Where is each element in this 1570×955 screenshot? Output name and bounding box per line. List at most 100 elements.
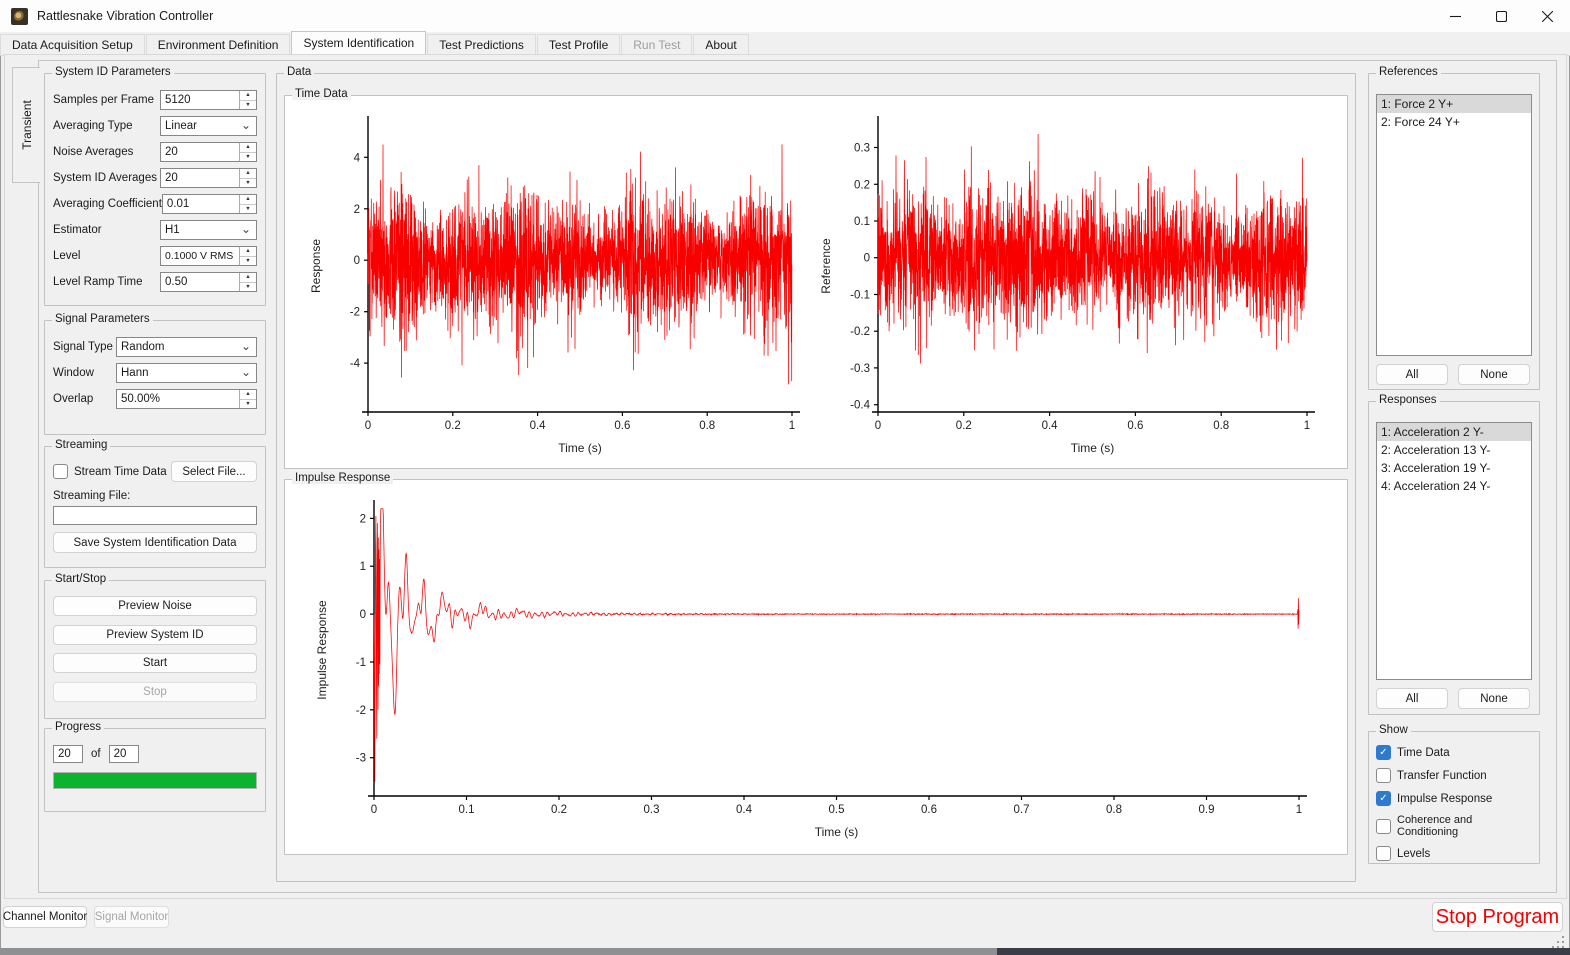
svg-text:4: 4 [354, 152, 361, 164]
streaming-group: Streaming ✓ Stream Time Data Select File… [44, 439, 266, 568]
show-levels-checkbox[interactable]: ✓ Levels [1376, 846, 1532, 861]
stop-button: Stop [53, 681, 257, 702]
svg-text:0.9: 0.9 [1199, 804, 1215, 816]
responses-none-button[interactable]: None [1458, 688, 1530, 709]
spin-down-icon[interactable]: ▼ [240, 257, 256, 266]
spin-up-icon[interactable]: ▲ [240, 91, 256, 101]
svg-text:2: 2 [360, 513, 366, 525]
spin-down-icon[interactable]: ▼ [240, 101, 256, 110]
select-file-button[interactable]: Select File... [171, 461, 257, 482]
spinner-buttons[interactable]: ▲ ▼ [239, 390, 256, 408]
field-label: Signal Type [53, 341, 113, 353]
references-none-button[interactable]: None [1458, 364, 1530, 385]
group-title: Progress [52, 721, 105, 733]
field-label: Estimator [53, 224, 102, 236]
spinner-buttons[interactable]: ▲ ▼ [239, 143, 256, 161]
svg-text:-2: -2 [350, 307, 360, 319]
stream-time-data-checkbox[interactable]: ✓ Stream Time Data [53, 464, 167, 479]
tab-run-test: Run Test [621, 34, 693, 55]
list-item[interactable]: 3: Acceleration 19 Y- [1377, 459, 1531, 477]
spin-down-icon[interactable]: ▼ [240, 153, 256, 162]
list-item[interactable]: 1: Force 2 Y+ [1377, 95, 1531, 113]
spinner-buttons[interactable]: ▲ ▼ [239, 195, 256, 213]
tab-about[interactable]: About [693, 34, 749, 55]
streaming-file-input[interactable] [53, 506, 257, 525]
averaging-type-select[interactable]: Linear ⌄ [160, 116, 257, 136]
tab-system-identification[interactable]: System Identification [291, 31, 427, 56]
show-impulse-response-checkbox[interactable]: ✓ Impulse Response [1376, 791, 1532, 806]
spin-up-icon[interactable]: ▲ [240, 247, 256, 257]
stop-program-button[interactable]: Stop Program [1432, 902, 1563, 932]
responses-list[interactable]: 1: Acceleration 2 Y- 2: Acceleration 13 … [1376, 422, 1532, 680]
channel-monitor-button[interactable]: Channel Monitor [3, 906, 87, 928]
responses-all-button[interactable]: All [1376, 688, 1448, 709]
list-item[interactable]: 1: Acceleration 2 Y- [1377, 423, 1531, 441]
samples-per-frame-spinbox[interactable]: 5120 ▲ ▼ [160, 90, 257, 110]
system-id-parameters-group: System ID Parameters Samples per Frame 5… [44, 66, 266, 306]
svg-text:0.2: 0.2 [854, 179, 870, 191]
close-button[interactable] [1524, 0, 1570, 32]
combo-value: H1 [165, 224, 180, 236]
show-time-data-checkbox[interactable]: ✓ Time Data [1376, 745, 1532, 760]
spinner-buttons[interactable]: ▲ ▼ [239, 169, 256, 187]
spin-up-icon[interactable]: ▲ [240, 390, 256, 400]
spinner-buttons[interactable]: ▲ ▼ [239, 247, 256, 265]
level-spinbox[interactable]: 0.1000 V RMS ▲ ▼ [160, 246, 257, 266]
field-value: 20 [113, 748, 127, 760]
list-item[interactable]: 2: Force 24 Y+ [1377, 113, 1531, 131]
save-system-identification-data-button[interactable]: Save System Identification Data [53, 532, 257, 553]
response-time-chart[interactable]: -4 -2 0 2 4 0 0.2 0.4 0.6 0.8 1 Time (s) Response [290, 106, 814, 462]
preview-system-id-button[interactable]: Preview System ID [53, 624, 257, 645]
tab-test-profile[interactable]: Test Profile [536, 34, 621, 55]
list-item[interactable]: 4: Acceleration 24 Y- [1377, 477, 1531, 495]
checkbox-icon[interactable]: ✓ [1376, 846, 1391, 861]
level-ramp-time-spinbox[interactable]: 0.50 ▲ ▼ [160, 272, 257, 292]
group-title: System ID Parameters [52, 66, 174, 78]
window-controls [1432, 0, 1570, 32]
show-transfer-function-checkbox[interactable]: ✓ Transfer Function [1376, 768, 1532, 783]
field-label: Samples per Frame [53, 94, 154, 106]
spinner-buttons[interactable]: ▲ ▼ [239, 273, 256, 291]
spin-down-icon[interactable]: ▼ [240, 179, 256, 188]
window-select[interactable]: Hann ⌄ [116, 363, 257, 383]
tab-data-acquisition-setup[interactable]: Data Acquisition Setup [0, 34, 145, 55]
progress-current-field[interactable]: 20 [53, 745, 83, 763]
spin-down-icon[interactable]: ▼ [240, 283, 256, 292]
spin-up-icon[interactable]: ▲ [240, 169, 256, 179]
noise-averages-spinbox[interactable]: 20 ▲ ▼ [160, 142, 257, 162]
spin-down-icon[interactable]: ▼ [240, 205, 256, 214]
checkbox-icon[interactable]: ✓ [1376, 745, 1391, 760]
field-label: Averaging Coefficient [53, 198, 162, 210]
svg-text:1: 1 [1304, 420, 1310, 432]
spin-up-icon[interactable]: ▲ [240, 143, 256, 153]
references-list[interactable]: 1: Force 2 Y+ 2: Force 24 Y+ [1376, 94, 1532, 356]
side-tab-transient[interactable]: Transient [12, 67, 40, 183]
checkbox-icon[interactable]: ✓ [1376, 791, 1391, 806]
show-coherence-conditioning-checkbox[interactable]: ✓ Coherence and Conditioning [1376, 814, 1532, 838]
signal-type-select[interactable]: Random ⌄ [116, 337, 257, 357]
spin-down-icon[interactable]: ▼ [240, 400, 256, 409]
tab-environment-definition[interactable]: Environment Definition [145, 34, 291, 55]
spin-up-icon[interactable]: ▲ [240, 273, 256, 283]
reference-time-chart[interactable]: -0.4 -0.3 -0.2 -0.1 0 0.1 0.2 0.3 0 0.2 0.4 0.6 0.8 1… [816, 106, 1340, 462]
impulse-response-chart[interactable]: -3 -2 -1 0 1 2 0 0.1 0.2 0.3 0.4 0.5 0.6 0.7 0.8 0.9 1 Ti… [288, 490, 1344, 850]
preview-noise-button[interactable]: Preview Noise [53, 596, 257, 616]
checkbox-icon[interactable]: ✓ [53, 464, 68, 479]
averaging-coefficient-spinbox[interactable]: 0.01 ▲ ▼ [161, 194, 257, 214]
checkbox-icon[interactable]: ✓ [1376, 818, 1391, 834]
checkbox-icon[interactable]: ✓ [1376, 768, 1391, 783]
maximize-button[interactable] [1478, 0, 1524, 32]
progress-total-field[interactable]: 20 [108, 745, 139, 763]
field-label: Overlap [53, 393, 94, 405]
estimator-select[interactable]: H1 ⌄ [160, 220, 257, 240]
tab-test-predictions[interactable]: Test Predictions [427, 34, 536, 55]
overlap-spinbox[interactable]: 50.00% ▲ ▼ [116, 389, 257, 409]
start-button[interactable]: Start [53, 653, 257, 673]
spin-up-icon[interactable]: ▲ [240, 195, 256, 205]
list-item[interactable]: 2: Acceleration 13 Y- [1377, 441, 1531, 459]
references-all-button[interactable]: All [1376, 364, 1448, 385]
system-id-averages-spinbox[interactable]: 20 ▲ ▼ [160, 168, 257, 188]
spinner-buttons[interactable]: ▲ ▼ [239, 91, 256, 109]
svg-text:2: 2 [354, 204, 360, 216]
minimize-button[interactable] [1432, 0, 1478, 32]
